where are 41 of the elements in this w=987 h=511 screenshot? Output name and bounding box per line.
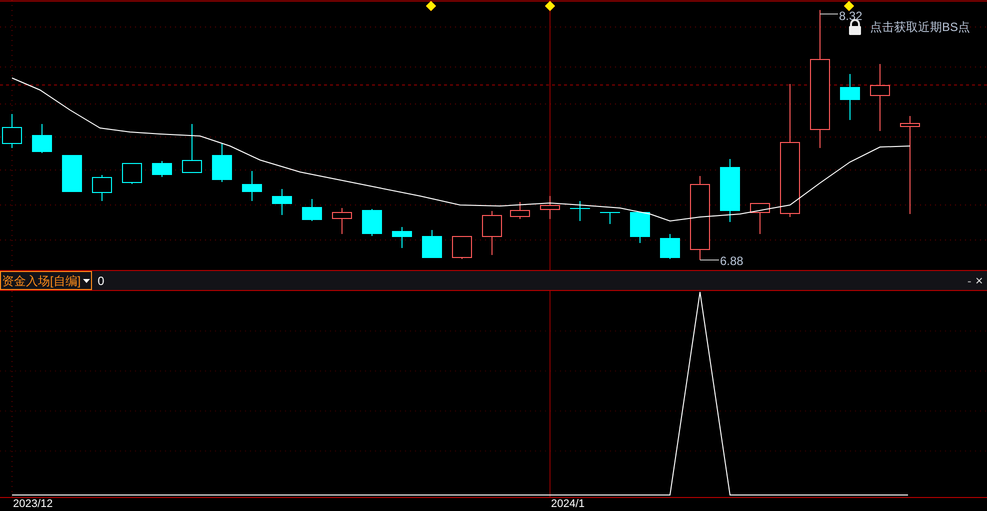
diamond-marker-icon [844, 0, 854, 12]
candlestick [302, 198, 322, 222]
high-price-label: 8.32 [839, 9, 862, 23]
candlestick [362, 208, 382, 236]
low-price-label: 6.88 [720, 254, 744, 268]
candlestick [840, 74, 860, 120]
candlestick [540, 196, 560, 220]
lock-icon [848, 19, 862, 35]
candlestick [750, 202, 770, 234]
candlestick [660, 234, 680, 260]
minimize-button[interactable]: - [967, 274, 972, 286]
candlestick [212, 142, 232, 182]
caret-icon [82, 278, 90, 282]
candlestick [392, 226, 412, 248]
diamond-marker-icon [544, 0, 556, 12]
candlestick [182, 124, 202, 174]
candlestick [630, 212, 650, 244]
bs-points-link[interactable]: 点击获取近期BS点 [870, 18, 970, 36]
indicator-value: 0 [98, 272, 104, 290]
axis-label: 2024/1 [551, 498, 585, 510]
candlestick [422, 230, 442, 258]
candlestick [272, 188, 292, 216]
candlestick [870, 64, 890, 132]
candlestick [2, 114, 22, 148]
axis-label: 2023/12 [13, 498, 53, 510]
candlestick [32, 124, 52, 154]
candlestick [122, 162, 142, 184]
candlestick [92, 174, 112, 202]
candlestick [510, 202, 530, 220]
candlestick [720, 158, 740, 222]
candlestick [600, 212, 620, 224]
candlestick [332, 208, 352, 234]
candlestick [152, 160, 172, 178]
candlestick [452, 236, 472, 260]
close-button[interactable]: × [975, 274, 983, 287]
candlestick [62, 154, 82, 192]
candlestick [570, 200, 590, 222]
indicator-dropdown[interactable]: 资金入场[自编] [0, 271, 92, 290]
candlestick [482, 210, 502, 256]
candlestick [242, 170, 262, 202]
diamond-marker-icon [426, 0, 436, 12]
